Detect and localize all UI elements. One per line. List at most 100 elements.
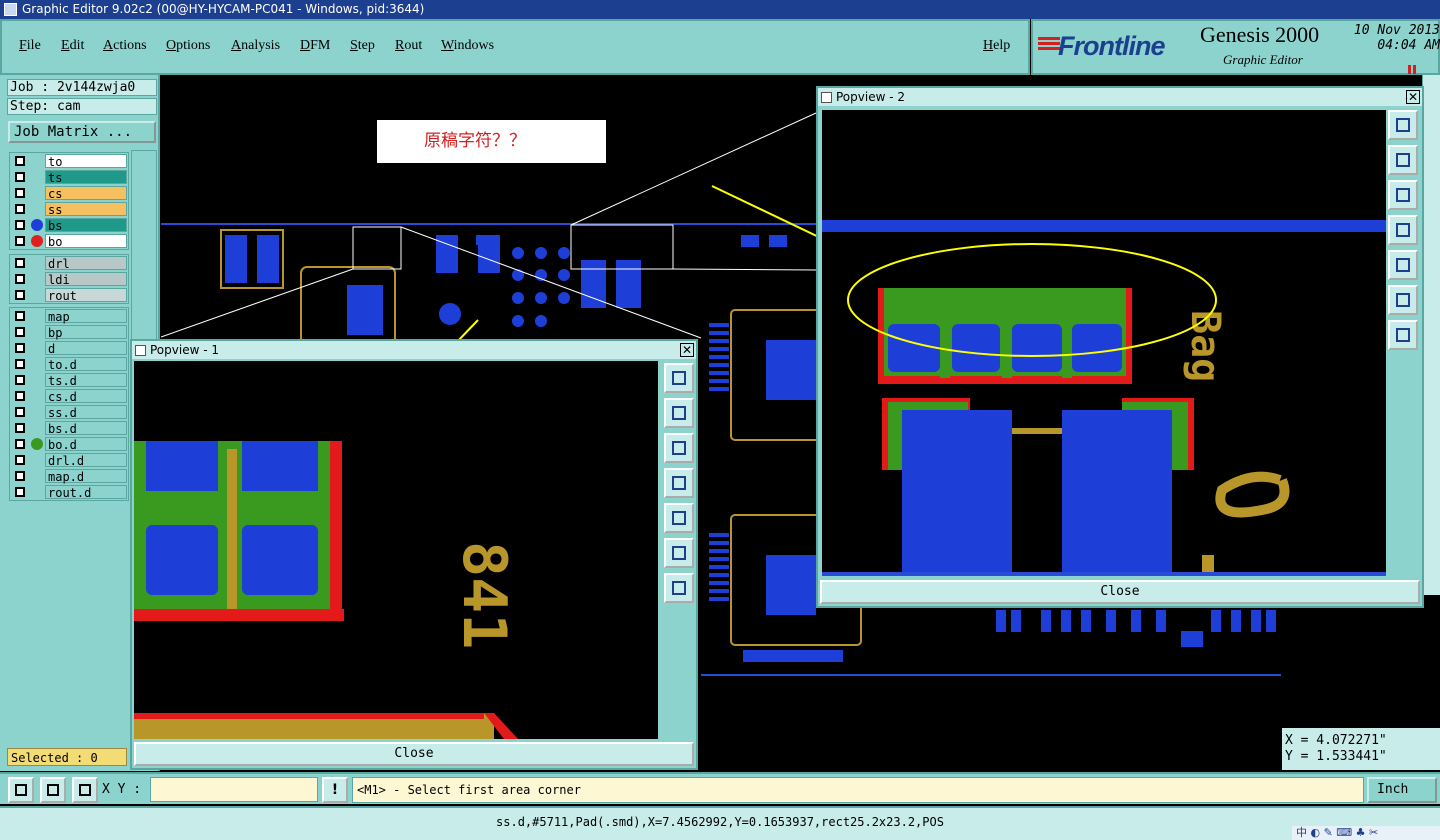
layer-row-bo[interactable]: bo: [10, 233, 128, 249]
layer-name[interactable]: bp: [45, 325, 127, 340]
menu-rout[interactable]: Rout: [395, 38, 422, 54]
job-matrix-button[interactable]: Job Matrix ...: [8, 121, 156, 143]
layer-checkbox[interactable]: [15, 236, 25, 246]
layer-name[interactable]: ss.d: [45, 405, 127, 420]
layer-name[interactable]: map.d: [45, 469, 127, 484]
layer-checkbox[interactable]: [15, 290, 25, 300]
xy-input[interactable]: [150, 777, 318, 802]
layer-name[interactable]: cs: [45, 186, 127, 201]
layer-checkbox[interactable]: [15, 204, 25, 214]
layer-name[interactable]: bs.d: [45, 421, 127, 436]
layer-name[interactable]: rout: [45, 288, 127, 303]
layer-row-ss[interactable]: ss: [10, 201, 128, 217]
layer-row-map[interactable]: map: [10, 308, 128, 324]
layer-checkbox[interactable]: [15, 220, 25, 230]
menu-file[interactable]: File: [19, 38, 41, 54]
layer-checkbox[interactable]: [15, 258, 25, 268]
layer-row-bo-d[interactable]: bo.d: [10, 436, 128, 452]
layer-name[interactable]: ts.d: [45, 373, 127, 388]
layer-name[interactable]: ts: [45, 170, 127, 185]
layer-row-bs[interactable]: bs: [10, 217, 128, 233]
layer-name[interactable]: to: [45, 154, 127, 169]
menu-options[interactable]: Options: [166, 38, 210, 54]
layer-checkbox[interactable]: [15, 274, 25, 284]
layer-name[interactable]: to.d: [45, 357, 127, 372]
pan-left-icon[interactable]: [664, 468, 694, 498]
layer-name[interactable]: drl: [45, 256, 127, 271]
popview-2-close-button[interactable]: Close: [820, 580, 1420, 604]
popview-1-close-button[interactable]: Close: [134, 742, 694, 766]
layer-row-drl[interactable]: drl: [10, 255, 128, 271]
zoom-out-icon[interactable]: [664, 573, 694, 603]
layer-name[interactable]: bs: [45, 218, 127, 233]
layer-row-bs-d[interactable]: bs.d: [10, 420, 128, 436]
layer-row-to-d[interactable]: to.d: [10, 356, 128, 372]
layer-checkbox[interactable]: [15, 455, 25, 465]
layer-name[interactable]: d: [45, 341, 127, 356]
layer-checkbox[interactable]: [15, 439, 25, 449]
layer-row-rout-d[interactable]: rout.d: [10, 484, 128, 500]
popview-1-view[interactable]: 841: [134, 361, 658, 739]
layer-name[interactable]: ss: [45, 202, 127, 217]
layer-row-ts-d[interactable]: ts.d: [10, 372, 128, 388]
pan-down-icon[interactable]: [1388, 180, 1418, 210]
layer-checkbox[interactable]: [15, 188, 25, 198]
layer-row-to[interactable]: to: [10, 153, 128, 169]
menu-help[interactable]: Help: [983, 38, 1010, 54]
layer-name[interactable]: ldi: [45, 272, 127, 287]
prompt-alert-icon[interactable]: !: [322, 777, 348, 803]
measure-icon[interactable]: [40, 777, 66, 803]
zoom-in-icon[interactable]: [664, 538, 694, 568]
layer-checkbox[interactable]: [15, 359, 25, 369]
menu-analysis[interactable]: Analysis: [231, 38, 280, 54]
pan-up-icon[interactable]: [1388, 145, 1418, 175]
layer-checkbox[interactable]: [15, 172, 25, 182]
layer-name[interactable]: bo.d: [45, 437, 127, 452]
layer-row-drl-d[interactable]: drl.d: [10, 452, 128, 468]
layer-name[interactable]: cs.d: [45, 389, 127, 404]
layer-name[interactable]: rout.d: [45, 485, 127, 500]
layer-checkbox[interactable]: [15, 391, 25, 401]
layer-checkbox[interactable]: [15, 375, 25, 385]
popview-2-close-icon[interactable]: ✕: [1406, 90, 1420, 104]
layer-checkbox[interactable]: [15, 156, 25, 166]
layer-checkbox[interactable]: [15, 407, 25, 417]
menu-dfm[interactable]: DFM: [300, 38, 330, 54]
layer-row-rout[interactable]: rout: [10, 287, 128, 303]
zoom-home-icon[interactable]: [664, 363, 694, 393]
pan-up-icon[interactable]: [664, 398, 694, 428]
layer-row-map-d[interactable]: map.d: [10, 468, 128, 484]
layer-row-ldi[interactable]: ldi: [10, 271, 128, 287]
layer-row-ts[interactable]: ts: [10, 169, 128, 185]
menu-edit[interactable]: Edit: [61, 38, 84, 54]
layer-name[interactable]: map: [45, 309, 127, 324]
popview-2-view[interactable]: Bag: [822, 110, 1386, 576]
layer-row-d[interactable]: d: [10, 340, 128, 356]
menu-actions[interactable]: Actions: [103, 38, 147, 54]
pan-left-icon[interactable]: [1388, 215, 1418, 245]
layer-row-bp[interactable]: bp: [10, 324, 128, 340]
pan-right-icon[interactable]: [664, 503, 694, 533]
layer-checkbox[interactable]: [15, 311, 25, 321]
grid-icon[interactable]: [72, 777, 98, 803]
pan-down-icon[interactable]: [664, 433, 694, 463]
snap-icon[interactable]: [8, 777, 34, 803]
popview-1-close-icon[interactable]: ✕: [680, 343, 694, 357]
layer-checkbox[interactable]: [15, 423, 25, 433]
zoom-in-icon[interactable]: [1388, 285, 1418, 315]
menu-step[interactable]: Step: [350, 38, 375, 54]
zoom-home-icon[interactable]: [1388, 110, 1418, 140]
layer-name[interactable]: drl.d: [45, 453, 127, 468]
layer-row-ss-d[interactable]: ss.d: [10, 404, 128, 420]
zoom-out-icon[interactable]: [1388, 320, 1418, 350]
layer-checkbox[interactable]: [15, 487, 25, 497]
units-button[interactable]: Inch: [1367, 777, 1437, 803]
menu-windows[interactable]: Windows: [441, 38, 494, 54]
layer-name[interactable]: bo: [45, 234, 127, 249]
layer-checkbox[interactable]: [15, 327, 25, 337]
layer-row-cs[interactable]: cs: [10, 185, 128, 201]
layer-checkbox[interactable]: [15, 343, 25, 353]
layer-row-cs-d[interactable]: cs.d: [10, 388, 128, 404]
layer-checkbox[interactable]: [15, 471, 25, 481]
pan-right-icon[interactable]: [1388, 250, 1418, 280]
